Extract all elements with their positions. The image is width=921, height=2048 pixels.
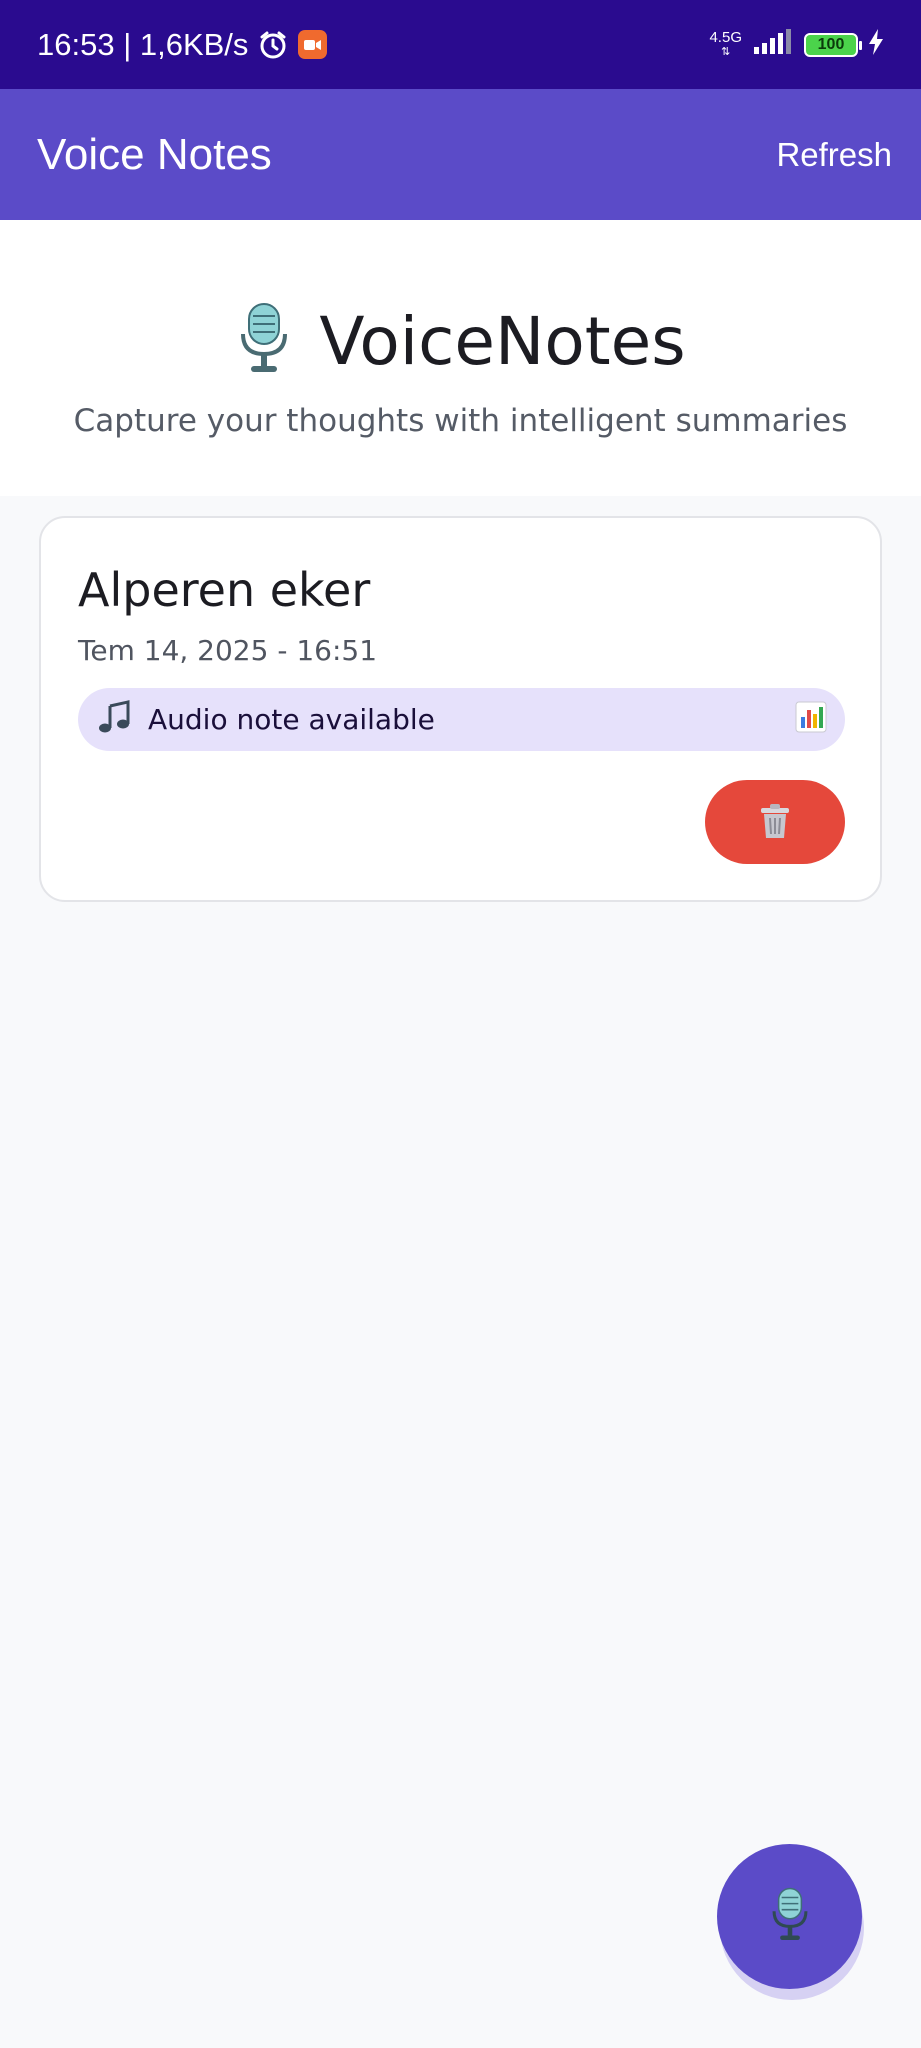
data-arrows-icon: ⇅ bbox=[721, 45, 731, 58]
hero-title: VoiceNotes bbox=[319, 303, 686, 380]
status-left: 16:53 | 1,6KB/s bbox=[37, 26, 328, 63]
note-card[interactable]: Alperen eker Tem 14, 2025 - 16:51 Audio … bbox=[39, 516, 882, 902]
audio-note-pill[interactable]: Audio note available bbox=[78, 688, 845, 751]
charging-icon bbox=[868, 29, 884, 60]
battery-icon: 100 bbox=[804, 32, 862, 57]
audio-note-label: Audio note available bbox=[148, 703, 435, 736]
hero-header: VoiceNotes Capture your thoughts with in… bbox=[0, 220, 921, 496]
music-note-icon bbox=[98, 700, 132, 739]
delete-note-button[interactable] bbox=[705, 780, 845, 864]
alarm-icon bbox=[258, 30, 288, 60]
trash-icon bbox=[757, 802, 793, 843]
signal-icon bbox=[752, 29, 794, 60]
note-title: Alperen eker bbox=[78, 563, 371, 617]
screen-record-icon bbox=[298, 30, 328, 59]
app-title: Voice Notes bbox=[37, 129, 272, 179]
bar-chart-icon[interactable] bbox=[795, 701, 827, 738]
status-right: 4.5G ⇅ 100 bbox=[709, 29, 884, 60]
hero-subtitle: Capture your thoughts with intelligent s… bbox=[73, 403, 848, 439]
hero-title-row: VoiceNotes bbox=[235, 302, 686, 381]
battery-level: 100 bbox=[817, 35, 845, 53]
status-bar: 16:53 | 1,6KB/s 4.5G ⇅ 100 bbox=[0, 0, 921, 89]
network-type: 4.5G bbox=[709, 28, 742, 46]
record-fab-button[interactable] bbox=[717, 1844, 862, 1989]
microphone-icon bbox=[768, 1885, 812, 1948]
note-date: Tem 14, 2025 - 16:51 bbox=[78, 634, 378, 667]
refresh-button[interactable]: Refresh bbox=[776, 136, 892, 174]
microphone-icon bbox=[235, 302, 293, 381]
status-time-speed: 16:53 | 1,6KB/s bbox=[37, 26, 249, 62]
app-bar: Voice Notes Refresh bbox=[0, 89, 921, 220]
network-indicator: 4.5G ⇅ bbox=[709, 30, 742, 60]
